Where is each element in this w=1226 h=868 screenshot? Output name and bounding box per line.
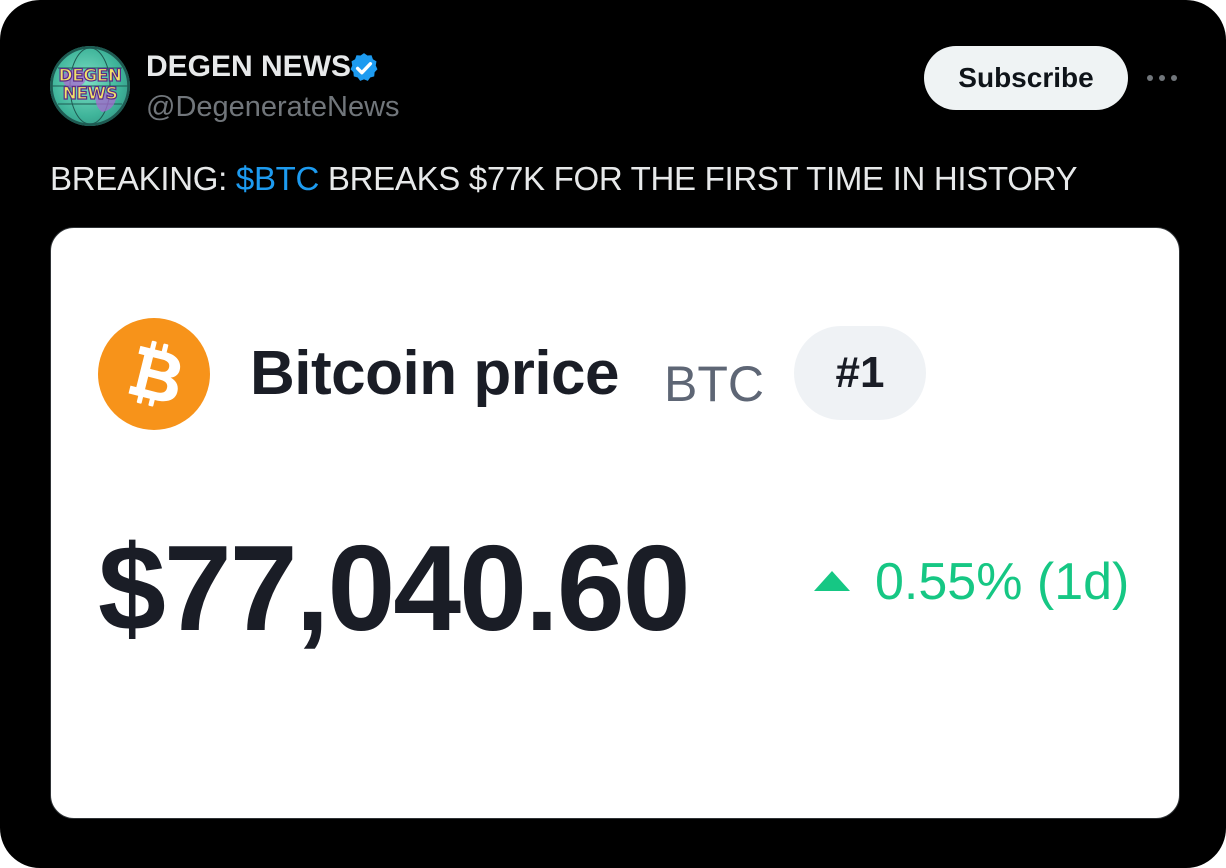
coin-symbol: BTC: [664, 356, 764, 412]
avatar-logo-line2: NEWS: [62, 84, 119, 104]
coin-price: $77,040.60: [98, 520, 691, 656]
rank-badge: #1: [794, 326, 926, 420]
subscribe-button[interactable]: Subscribe: [924, 46, 1128, 110]
coin-title: Bitcoin price: [250, 339, 620, 408]
media-image[interactable]: Bitcoin price BTC #1 $77,040.60 0.55% (1…: [50, 227, 1180, 819]
avatar-logo-line1: DEGEN: [58, 66, 123, 86]
tweet-text: BREAKING: $BTC BREAKS $77K FOR THE FIRST…: [50, 159, 1078, 199]
tweet-card: DEGEN NEWS DEGEN NEWS @DegenerateNews Su…: [0, 0, 1226, 868]
verified-badge-icon: [350, 53, 378, 81]
cashtag-link[interactable]: $BTC: [236, 160, 319, 197]
more-horizontal-icon[interactable]: [1145, 66, 1179, 90]
tweet-text-suffix: BREAKS $77K FOR THE FIRST TIME IN HISTOR…: [319, 160, 1078, 197]
author-handle[interactable]: @DegenerateNews: [146, 89, 400, 125]
avatar[interactable]: DEGEN NEWS: [50, 46, 130, 126]
bitcoin-icon: [98, 318, 210, 430]
price-change: 0.55% (1d): [875, 553, 1130, 611]
tweet-text-prefix: BREAKING:: [50, 160, 236, 197]
author-display-name[interactable]: DEGEN NEWS: [146, 49, 351, 85]
triangle-up-icon: [814, 571, 850, 591]
